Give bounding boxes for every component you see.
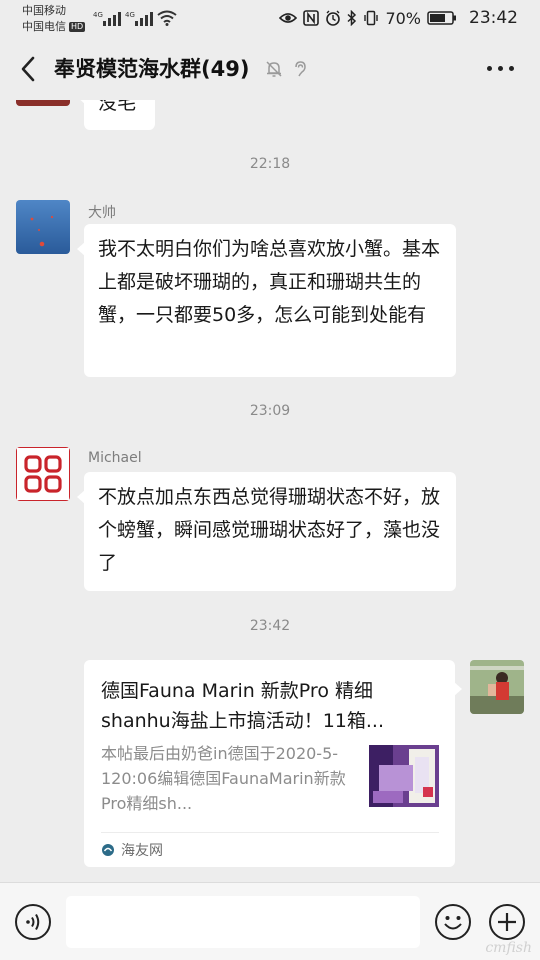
avatar[interactable] [16,200,70,254]
divider [101,832,439,833]
avatar[interactable] [16,100,70,106]
link-card[interactable]: 德国Fauna Marin 新款Pro 精细shanhu海盐上市搞活动！11箱.… [84,660,462,867]
vibrate-icon [364,10,379,26]
network-type-label: 4G [93,11,103,19]
chat-title: 奉贤模范海水群(49) [54,57,250,81]
signal-icon: 4G [93,11,121,26]
timestamp: 22:18 [249,156,291,172]
link-card-title: 德国Fauna Marin 新款Pro 精细shanhu海盐上市搞活动！11箱.… [101,680,385,732]
hd-badge: HD [69,22,86,32]
message-input[interactable] [66,896,420,948]
emoji-icon[interactable] [434,903,472,941]
nfc-icon [303,10,320,26]
back-arrow-icon[interactable] [16,54,44,84]
link-card-thumbnail [369,745,439,807]
source-logo-icon [102,844,114,856]
voice-input-icon[interactable] [14,903,52,941]
alarm-icon [326,10,341,26]
more-options-button[interactable] [487,66,514,71]
eye-icon [279,13,298,23]
watermark: cmfish [485,940,532,956]
message-bubble[interactable]: 没毛 [77,100,155,130]
source-name: 海友网 [121,843,163,859]
sender-name: 大帅 [88,205,116,221]
link-card-description: 本帖最后由奶爸in德国于2020-5-120:06编辑德国FaunaMarin新… [101,744,346,813]
message-list[interactable]: 没毛 22:18 大帅 我不太明白你们为啥总喜欢放小蟹。基本上都是破坏珊瑚的，真… [0,100,540,882]
network-type-label-2: 4G [125,11,135,19]
add-more-icon[interactable] [488,903,526,941]
link-card-source: 海友网 [101,840,163,860]
message-bubble[interactable]: 不放点加点东西总觉得珊瑚状态不好，放个螃蟹，瞬间感觉珊瑚状态好了，藻也没了 [77,472,456,591]
my-avatar[interactable] [470,660,524,714]
carrier-secondary: 中国电信 HD [22,20,86,33]
battery-icon [427,11,456,25]
bluetooth-icon [347,10,357,26]
avatar[interactable] [16,447,70,501]
chat-title-bar: 奉贤模范海水群(49) [0,38,540,100]
message-text: 不放点加点东西总觉得珊瑚状态不好，放个螃蟹，瞬间感觉珊瑚状态好了，藻也没了 [98,486,441,574]
sender-name: Michael [88,450,142,466]
message-text: 没毛 [98,100,137,114]
battery-percent: 70% [385,8,421,28]
clock: 23:42 [469,8,518,28]
ear-icon [295,61,306,77]
wifi-icon [157,10,177,26]
carrier-primary: 中国移动 [22,4,66,17]
timestamp: 23:42 [249,618,291,634]
timestamp: 23:09 [249,403,291,419]
chat-input-bar: cmfish [0,882,540,960]
signal-icon-2: 4G [125,11,153,26]
message-bubble[interactable]: 我不太明白你们为啥总喜欢放小蟹。基本上都是破坏珊瑚的，真正和珊瑚共生的蟹，一只都… [77,224,456,377]
message-text: 我不太明白你们为啥总喜欢放小蟹。基本上都是破坏珊瑚的，真正和珊瑚共生的蟹，一只都… [98,238,441,326]
status-bar: 中国移动 中国电信 HD 4G 4G 70% 23:42 [0,0,540,38]
mute-bell-icon [266,61,282,77]
